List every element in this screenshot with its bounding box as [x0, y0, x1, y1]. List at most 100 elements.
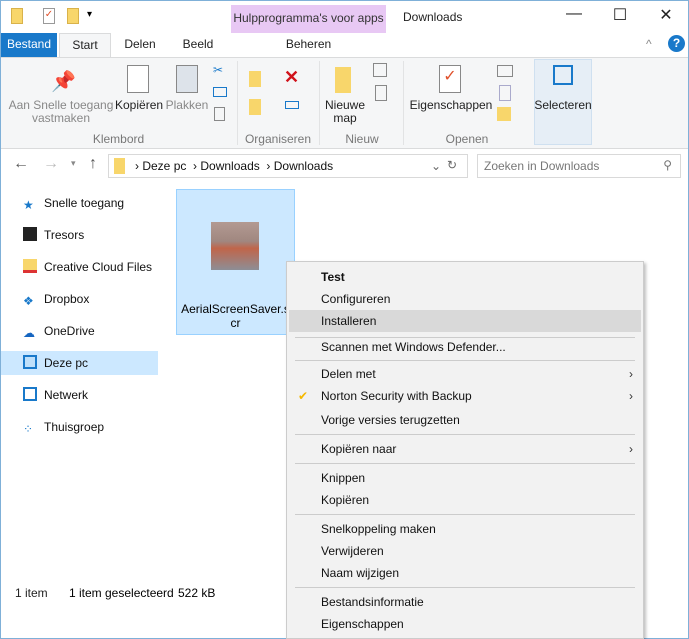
refresh-icon[interactable]: ↻ [447, 158, 457, 172]
copy-button[interactable]: Kopiëren [115, 99, 163, 112]
nav-tresors[interactable]: Tresors [23, 223, 84, 247]
computer-icon [23, 355, 37, 369]
group-openen: Openen [445, 132, 489, 146]
tab-bestand[interactable]: Bestand [1, 33, 57, 57]
nav-onedrive[interactable]: ☁ OneDrive [23, 319, 95, 343]
rename-icon[interactable] [285, 101, 299, 109]
file-name: AerialScreenSaver.scr [181, 302, 290, 330]
recent-button[interactable]: ▾ [71, 158, 76, 169]
menu-item-kopieren-naar[interactable]: Kopiëren naar › [289, 438, 641, 460]
creative-cloud-icon [23, 259, 37, 273]
paste-icon [176, 65, 198, 93]
help-icon[interactable]: ? [668, 35, 685, 52]
menu-item-bestandsinformatie[interactable]: Bestandsinformatie [289, 591, 641, 613]
new-folder-button[interactable]: Nieuwe map [321, 99, 369, 125]
menu-separator [295, 514, 635, 515]
nav-label: Thuisgroep [44, 420, 105, 434]
menu-item-configureren[interactable]: Configureren [289, 288, 641, 310]
nav-dropbox[interactable]: ❖ Dropbox [23, 287, 89, 311]
dropbox-icon: ❖ [23, 294, 34, 308]
label: Delen met [321, 367, 376, 381]
maximize-button[interactable]: ☐ [597, 5, 643, 27]
menu-item-vorige-versies[interactable]: Vorige versies terugzetten [289, 409, 641, 431]
select-button[interactable]: Selecteren [534, 99, 592, 112]
search-placeholder: Zoeken in Downloads [484, 159, 600, 173]
submenu-arrow-icon: › [629, 442, 633, 456]
nav-label: Netwerk [44, 388, 89, 402]
properties-button[interactable]: Eigenschappen [407, 99, 495, 112]
menu-item-naam-wijzigen[interactable]: Naam wijzigen [289, 562, 641, 584]
edit-icon[interactable] [499, 85, 511, 101]
minimize-button[interactable]: — [551, 5, 597, 27]
new-folder-qa-icon[interactable] [67, 8, 79, 24]
window-title: Downloads [403, 10, 463, 24]
status-size: 522 kB [178, 586, 216, 600]
copy-path-icon[interactable] [213, 87, 227, 97]
tab-delen[interactable]: Delen [113, 33, 167, 57]
network-icon [23, 387, 37, 401]
nav-label: Dropbox [44, 292, 90, 306]
nav-label: Snelle toegang [44, 196, 125, 210]
status-selected: 1 item geselecteerd [69, 586, 174, 600]
menu-item-test[interactable]: Test [289, 266, 641, 288]
menu-separator [295, 360, 635, 361]
close-button[interactable]: ✕ [643, 5, 689, 27]
menu-item-verwijderen[interactable]: Verwijderen [289, 540, 641, 562]
label: Kopiëren naar [321, 442, 397, 456]
norton-icon: ✔ [298, 389, 309, 403]
file-thumbnail [211, 222, 259, 270]
file-item[interactable]: AerialScreenSaver.scr [176, 189, 295, 335]
open-icon[interactable] [497, 65, 513, 77]
nav-deze-pc[interactable]: Deze pc [23, 351, 88, 375]
address-dropdown-icon[interactable]: ⌄ [431, 159, 441, 173]
new-item-icon[interactable] [373, 63, 387, 77]
crumb-downloads[interactable]: Downloads [200, 159, 259, 173]
label: Norton Security with Backup [321, 389, 472, 403]
search-icon: ⚲ [663, 158, 672, 172]
paste-button[interactable]: Plakken [165, 99, 209, 112]
separator [403, 61, 404, 145]
crumb-downloads-current[interactable]: Downloads [274, 159, 333, 173]
menu-item-snelkoppeling[interactable]: Snelkoppeling maken [289, 518, 641, 540]
pin-button[interactable]: Aan Snelle toegang vastmaken [6, 99, 116, 125]
pin-icon: 📌 [51, 71, 76, 93]
tab-start[interactable]: Start [59, 33, 111, 58]
move-to-icon[interactable] [249, 71, 261, 87]
history-icon[interactable] [497, 107, 511, 121]
search-input[interactable]: Zoeken in Downloads ⚲ [477, 154, 681, 178]
menu-item-installeren[interactable]: Installeren [289, 310, 641, 332]
nav-creative-cloud[interactable]: Creative Cloud Files [23, 255, 152, 279]
back-button[interactable]: ← [13, 155, 29, 173]
nav-thuisgroep[interactable]: ⁘ Thuisgroep [23, 415, 104, 439]
group-organiseren: Organiseren [244, 132, 312, 146]
nav-netwerk[interactable]: Netwerk [23, 383, 88, 407]
tab-beheren[interactable]: Beheren [231, 33, 386, 57]
menu-separator [295, 463, 635, 464]
address-bar[interactable]: › Deze pc › Downloads › Downloads ⌄ ↻ [108, 154, 468, 178]
forward-button[interactable]: → [43, 155, 59, 173]
menu-item-eigenschappen[interactable]: Eigenschappen [289, 613, 641, 635]
easy-access-icon[interactable] [375, 85, 387, 101]
delete-icon[interactable]: ✕ [284, 67, 299, 88]
crumb-deze-pc[interactable]: Deze pc [142, 159, 186, 173]
up-button[interactable]: ↑ [89, 155, 97, 173]
properties-qa-icon[interactable]: ✓ [43, 8, 55, 24]
new-folder-icon [335, 67, 351, 93]
tab-beeld[interactable]: Beeld [169, 33, 227, 57]
nav-snelle-toegang[interactable]: ★ Snelle toegang [23, 191, 124, 215]
menu-item-delen-met[interactable]: Delen met › [289, 363, 641, 385]
menu-item-scannen[interactable]: Scannen met Windows Defender... [289, 336, 641, 358]
collapse-ribbon-icon[interactable]: ^ [646, 37, 652, 51]
menu-separator [295, 434, 635, 435]
homegroup-icon: ⁘ [23, 422, 34, 436]
customize-qa-icon[interactable]: ▾ [87, 9, 92, 20]
menu-item-kopieren[interactable]: Kopiëren [289, 489, 641, 511]
menu-item-knippen[interactable]: Knippen [289, 467, 641, 489]
select-icon [553, 65, 573, 85]
copy-to-icon[interactable] [249, 99, 261, 115]
cut-icon[interactable]: ✂ [213, 63, 223, 77]
star-icon: ★ [23, 198, 34, 212]
paste-shortcut-icon[interactable] [214, 107, 225, 121]
menu-item-norton[interactable]: ✔ Norton Security with Backup › [289, 385, 641, 407]
submenu-arrow-icon: › [629, 367, 633, 381]
